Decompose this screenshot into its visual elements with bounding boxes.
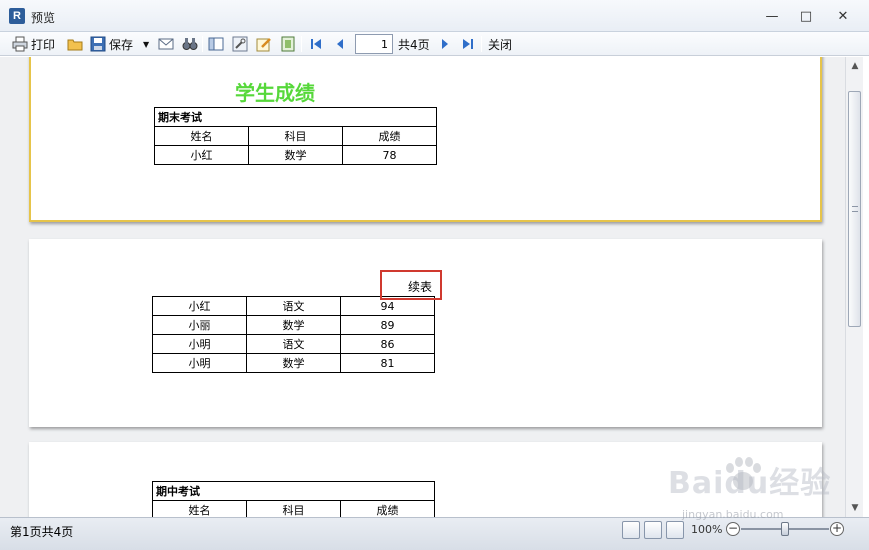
cell-score: 86 (340, 334, 435, 354)
envelope-icon (158, 38, 174, 50)
table-row: 小红 数学 78 (154, 145, 437, 165)
print-button[interactable]: 打印 (12, 34, 55, 54)
table-header-row: 姓名 科目 成绩 (152, 500, 435, 517)
toolbar: 打印 保存 ▼ 共4页 关闭 (0, 32, 869, 56)
header-subject: 科目 (248, 126, 343, 146)
watermark-url: jingyan.baidu.com (682, 508, 784, 521)
cell-score: 89 (340, 315, 435, 335)
preview-area[interactable]: 学生成绩 期末考试 姓名 科目 成绩 小红 数学 78 小红 语文 94 小丽 (0, 57, 845, 517)
toolbar-separator (202, 36, 203, 52)
cell-name: 小明 (152, 334, 247, 354)
page-number-input[interactable] (355, 34, 393, 54)
toolbar-separator (301, 36, 302, 52)
previous-page-icon (337, 39, 343, 49)
pencil-icon (256, 38, 271, 52)
cell-subject: 数学 (248, 145, 343, 165)
header-score: 成绩 (340, 500, 435, 517)
table-caption-row: 期末考试 (154, 107, 437, 127)
cell-score: 78 (342, 145, 437, 165)
zoom-out-button[interactable]: − (726, 522, 740, 536)
total-pages-label: 共4页 (398, 37, 430, 52)
save-label: 保存 (109, 37, 134, 52)
header-name: 姓名 (152, 500, 247, 517)
header-name: 姓名 (154, 126, 249, 146)
email-button[interactable] (158, 34, 174, 54)
save-button[interactable]: 保存 (90, 34, 133, 54)
cell-name: 小红 (154, 145, 249, 165)
page-info: 第1页共4页 (10, 525, 74, 539)
close-button[interactable]: 关闭 (488, 34, 512, 54)
header-score: 成绩 (342, 126, 437, 146)
zoom-slider-thumb[interactable] (781, 522, 789, 536)
first-page-icon (311, 39, 321, 49)
report-page-1: 学生成绩 期末考试 姓名 科目 成绩 小红 数学 78 (29, 57, 822, 222)
view-mode-button[interactable] (622, 521, 640, 539)
scroll-up-arrow[interactable]: ▲ (846, 58, 864, 74)
next-page-icon (442, 39, 448, 49)
close-window-button[interactable]: ✕ (831, 8, 855, 26)
previous-page-button[interactable] (332, 34, 348, 54)
chevron-down-icon: ▼ (143, 39, 150, 49)
cell-subject: 数学 (246, 353, 341, 373)
cell-subject: 语文 (246, 296, 341, 316)
cell-name: 小红 (152, 296, 247, 316)
save-dropdown[interactable]: ▼ (143, 34, 149, 54)
scroll-down-arrow[interactable]: ▼ (846, 500, 864, 516)
folder-icon (67, 39, 83, 51)
edit-button[interactable] (256, 34, 272, 54)
vertical-scrollbar[interactable]: ▲ ▼ (845, 57, 863, 517)
cell-subject: 语文 (246, 334, 341, 354)
print-label: 打印 (31, 37, 56, 52)
table-caption: 期末考试 (154, 107, 437, 127)
zoom-in-button[interactable]: + (830, 522, 844, 536)
layout-icon (208, 37, 224, 51)
title-bar: R 预览 — □ ✕ (0, 0, 869, 32)
watermark-logo: Baidu经验 (668, 466, 832, 501)
open-button[interactable] (67, 34, 83, 54)
continued-label: 续表 (380, 270, 442, 300)
header-subject: 科目 (246, 500, 341, 517)
app-icon: R (9, 8, 25, 24)
maximize-button[interactable]: □ (794, 8, 818, 26)
table-caption-row: 期中考试 (152, 481, 435, 501)
window-title: 预览 (31, 11, 56, 25)
printer-icon (12, 36, 28, 52)
wrench-icon (232, 36, 248, 52)
score-table: 期末考试 姓名 科目 成绩 小红 数学 78 (154, 107, 437, 165)
zoom-level: 100% (691, 523, 723, 536)
toolbar-separator (481, 36, 482, 52)
table-caption: 期中考试 (152, 481, 435, 501)
cell-name: 小丽 (152, 315, 247, 335)
floppy-disk-icon (90, 36, 106, 52)
grip-icon (852, 206, 858, 212)
table-row: 小明 语文 86 (152, 334, 435, 354)
table-row: 小丽 数学 89 (152, 315, 435, 335)
cell-score: 81 (340, 353, 435, 373)
table-header-row: 姓名 科目 成绩 (154, 126, 437, 146)
multi-page-button[interactable] (666, 521, 684, 539)
minimize-button[interactable]: — (760, 8, 784, 26)
single-page-button[interactable] (644, 521, 662, 539)
binoculars-icon (182, 38, 198, 50)
last-page-button[interactable] (460, 34, 476, 54)
export-button[interactable] (280, 34, 296, 54)
next-page-button[interactable] (437, 34, 453, 54)
scrollbar-thumb[interactable] (848, 91, 861, 327)
score-table-continued: 小红 语文 94 小丽 数学 89 小明 语文 86 小明 数学 81 (152, 296, 435, 373)
page-setup-button[interactable] (208, 34, 224, 54)
status-bar: 第1页共4页 100% − + (0, 517, 869, 550)
find-button[interactable] (182, 34, 198, 54)
document-icon (281, 36, 295, 52)
midterm-table: 期中考试 姓名 科目 成绩 (152, 481, 435, 517)
cell-subject: 数学 (246, 315, 341, 335)
first-page-button[interactable] (308, 34, 324, 54)
cell-name: 小明 (152, 353, 247, 373)
report-page-2: 小红 语文 94 小丽 数学 89 小明 语文 86 小明 数学 81 续表 (29, 239, 822, 427)
settings-button[interactable] (232, 34, 248, 54)
last-page-icon (463, 39, 473, 49)
report-title: 学生成绩 (235, 81, 315, 105)
table-row: 小明 数学 81 (152, 353, 435, 373)
